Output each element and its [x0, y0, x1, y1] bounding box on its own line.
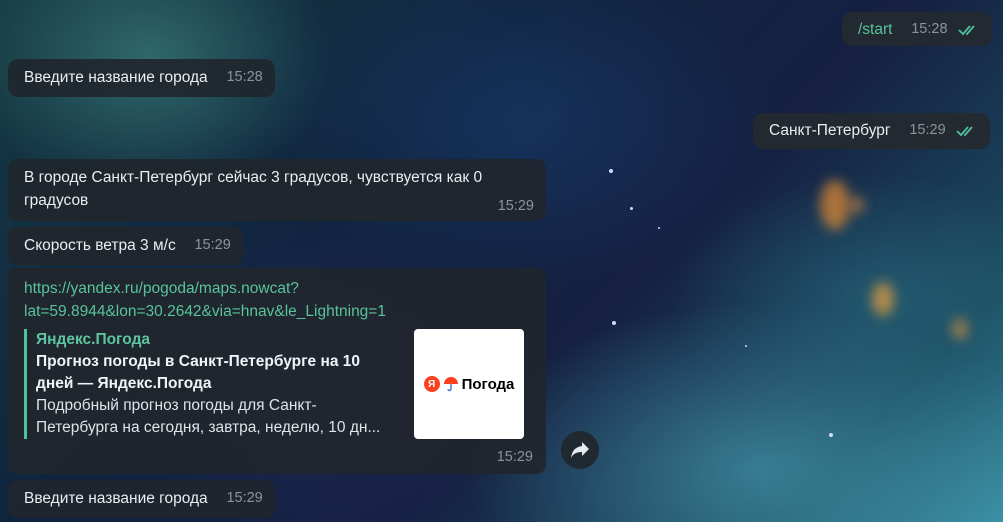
preview-description: Петербурга на сегодня, завтра, неделю, 1…	[36, 419, 381, 436]
message-time: 15:28	[911, 21, 948, 37]
umbrella-icon	[443, 377, 458, 392]
message-incoming[interactable]: В городе Санкт-Петербург сейчас 3 градус…	[8, 159, 546, 221]
background-star	[745, 345, 747, 347]
message-text: Введите название города	[24, 69, 208, 86]
background-nebula	[850, 196, 864, 214]
message-outgoing[interactable]: /start 15:28	[842, 12, 993, 46]
background-star	[630, 207, 633, 210]
message-time: 15:29	[496, 449, 533, 465]
message-incoming[interactable]: Скорость ветра 3 м/с 15:29	[8, 227, 243, 265]
message-time: 15:28	[226, 69, 263, 85]
message-time: 15:29	[497, 198, 534, 214]
preview-title: Прогноз погоды в Санкт-Петербурге на 10	[36, 353, 361, 370]
message-time: 15:29	[226, 490, 263, 506]
background-nebula	[952, 318, 968, 340]
double-check-icon	[958, 24, 975, 35]
preview-site-name: Яндекс.Погода	[36, 331, 151, 348]
message-text: Введите название города	[24, 490, 208, 507]
message-time: 15:29	[909, 122, 946, 138]
url-link[interactable]: lat=59.8944&lon=30.2642&via=hnav&le_Ligh…	[24, 300, 534, 323]
message-incoming-link[interactable]: https://yandex.ru/pogoda/maps.nowcat? la…	[8, 268, 546, 474]
preview-thumbnail[interactable]: Я Погода	[414, 329, 524, 439]
link-preview[interactable]: Яндекс.Погода Прогноз погоды в Санкт-Пет…	[24, 329, 534, 439]
preview-description: Подробный прогноз погоды для Санкт-	[36, 397, 317, 414]
message-outgoing[interactable]: Санкт-Петербург 15:29	[753, 113, 991, 149]
message-time: 15:29	[194, 237, 231, 253]
background-star	[829, 433, 833, 437]
share-arrow-icon	[571, 442, 589, 458]
background-nebula	[872, 282, 894, 316]
preview-text: Яндекс.Погода Прогноз погоды в Санкт-Пет…	[36, 329, 406, 439]
message-text: Санкт-Петербург	[769, 122, 891, 139]
preview-title: дней — Яндекс.Погода	[36, 375, 212, 392]
url-link[interactable]: https://yandex.ru/pogoda/maps.nowcat?	[24, 277, 534, 300]
share-button[interactable]	[561, 431, 599, 469]
yandex-weather-word: Погода	[461, 375, 515, 393]
yandex-logo-letter: Я	[423, 376, 440, 392]
message-text: Скорость ветра 3 м/с	[24, 237, 176, 254]
background-nebula	[820, 180, 850, 230]
background-star	[609, 169, 613, 173]
message-incoming[interactable]: Введите название города 15:28	[8, 59, 275, 97]
message-incoming[interactable]: Введите название города 15:29	[8, 480, 275, 518]
yandex-weather-logo: Я Погода	[423, 373, 515, 396]
background-star	[612, 321, 616, 325]
message-text-line: градусов	[24, 192, 89, 209]
message-text-line: В городе Санкт-Петербург сейчас 3 градус…	[24, 169, 483, 186]
command-text[interactable]: /start	[858, 21, 892, 38]
double-check-icon	[956, 125, 974, 136]
background-star	[658, 227, 660, 229]
